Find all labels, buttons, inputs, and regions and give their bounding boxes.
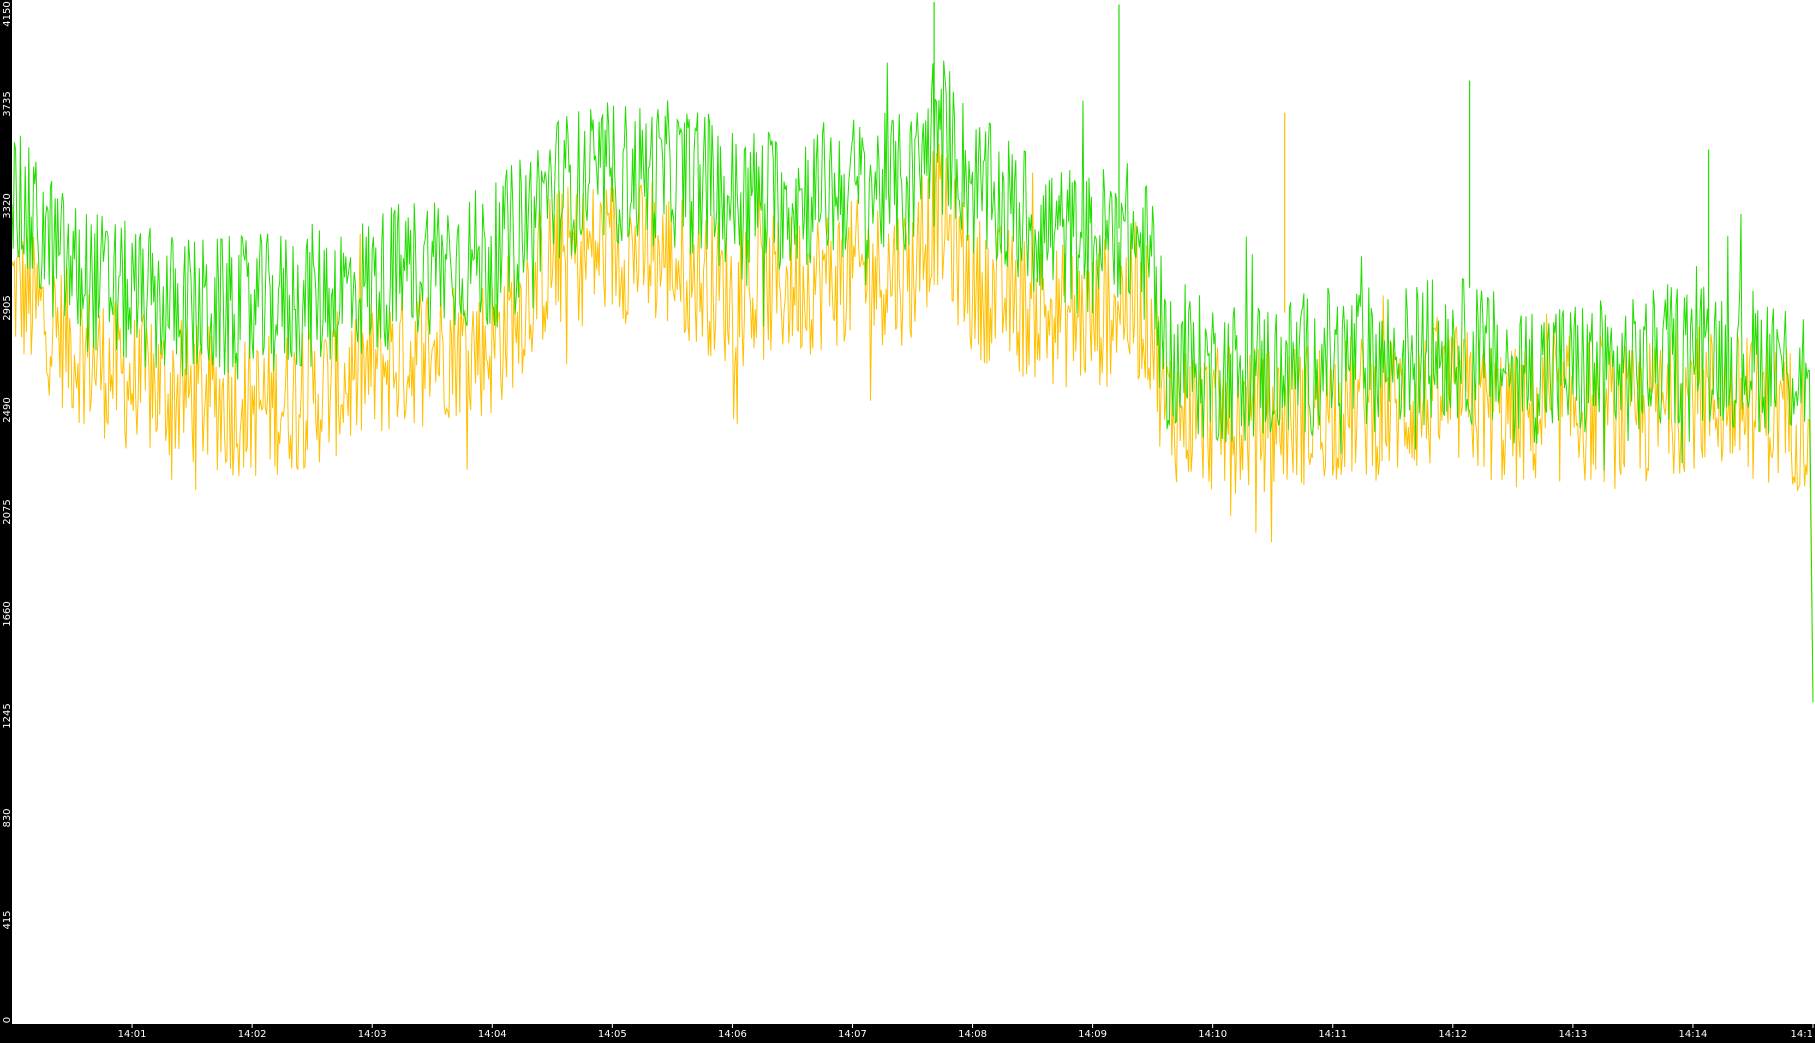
- x-tick-label: 14:14: [1679, 1029, 1708, 1039]
- y-tick-label: 1245: [2, 703, 13, 728]
- x-tick-label: 14:11: [1318, 1029, 1347, 1039]
- x-tick-label: 14:09: [1078, 1029, 1107, 1039]
- x-tick-label: 14:02: [238, 1029, 267, 1039]
- x-tick-label: 14:05: [598, 1029, 627, 1039]
- chart-svg: 0 415 830 1245 1660 2075 2490 2905 3320 3735 4150 1…: [0, 0, 1815, 1040]
- x-tick-label: 14:08: [958, 1029, 987, 1039]
- y-tick-label: 3735: [2, 91, 13, 116]
- y-tick-label: 2490: [2, 397, 13, 422]
- x-tick-label: 14:07: [838, 1029, 867, 1039]
- x-tick-label: 14:12: [1438, 1029, 1467, 1039]
- plot-background: [12, 0, 1815, 1024]
- y-tick-label: 415: [2, 910, 13, 929]
- x-tick-label: 14:10: [1198, 1029, 1227, 1039]
- y-tick-label: 0: [2, 1017, 13, 1023]
- x-tick-label: 14:03: [358, 1029, 387, 1039]
- y-tick-label: 4150: [2, 1, 13, 26]
- y-tick-label: 1660: [2, 601, 13, 626]
- y-tick-label: 2075: [2, 499, 13, 524]
- y-tick-label: 2905: [2, 295, 13, 320]
- x-tick-label: 14:1: [1791, 1029, 1813, 1039]
- chart-container: 0 415 830 1245 1660 2075 2490 2905 3320 3735 4150 1…: [0, 0, 1815, 1040]
- y-tick-label: 3320: [2, 193, 13, 218]
- x-axis-strip: [0, 1024, 1815, 1039]
- x-tick-label: 14:06: [718, 1029, 747, 1039]
- y-tick-label: 830: [2, 808, 13, 827]
- x-tick-label: 14:13: [1558, 1029, 1587, 1039]
- x-tick-label: 14:01: [118, 1029, 147, 1039]
- x-tick-label: 14:04: [478, 1029, 507, 1039]
